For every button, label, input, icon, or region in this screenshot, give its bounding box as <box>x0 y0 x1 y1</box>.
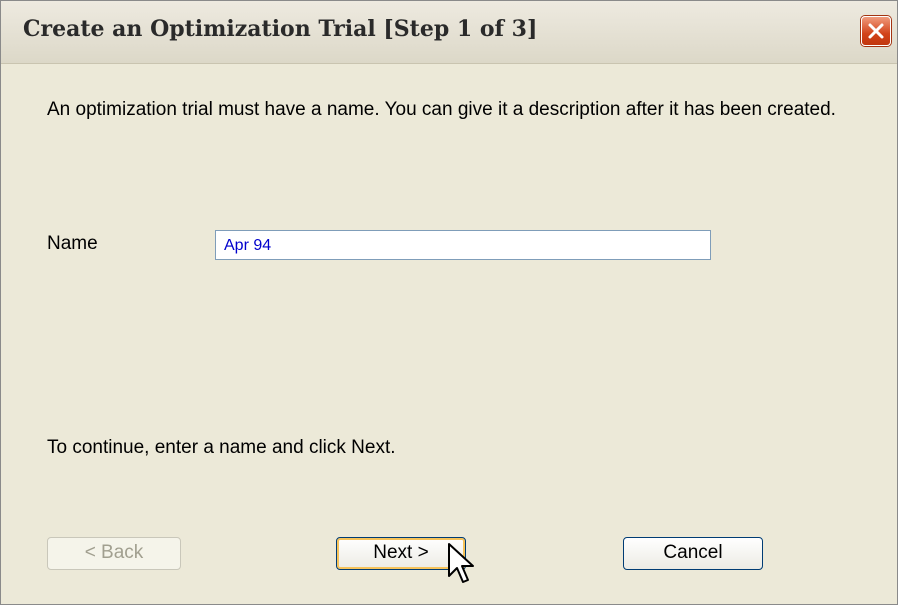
intro-text: An optimization trial must have a name. … <box>47 99 836 120</box>
optimization-trial-dialog: Create an Optimization Trial [Step 1 of … <box>0 0 898 605</box>
close-icon <box>868 23 884 39</box>
close-button[interactable] <box>861 16 891 46</box>
back-button[interactable]: < Back <box>47 537 181 570</box>
mouse-pointer-icon <box>448 543 474 583</box>
dialog-title: Create an Optimization Trial [Step 1 of … <box>23 16 538 42</box>
name-label: Name <box>47 233 98 254</box>
instruction-text: To continue, enter a name and click Next… <box>47 437 396 458</box>
name-input[interactable] <box>215 230 711 260</box>
cancel-button[interactable]: Cancel <box>623 537 763 570</box>
title-bar[interactable]: Create an Optimization Trial [Step 1 of … <box>1 1 897 64</box>
